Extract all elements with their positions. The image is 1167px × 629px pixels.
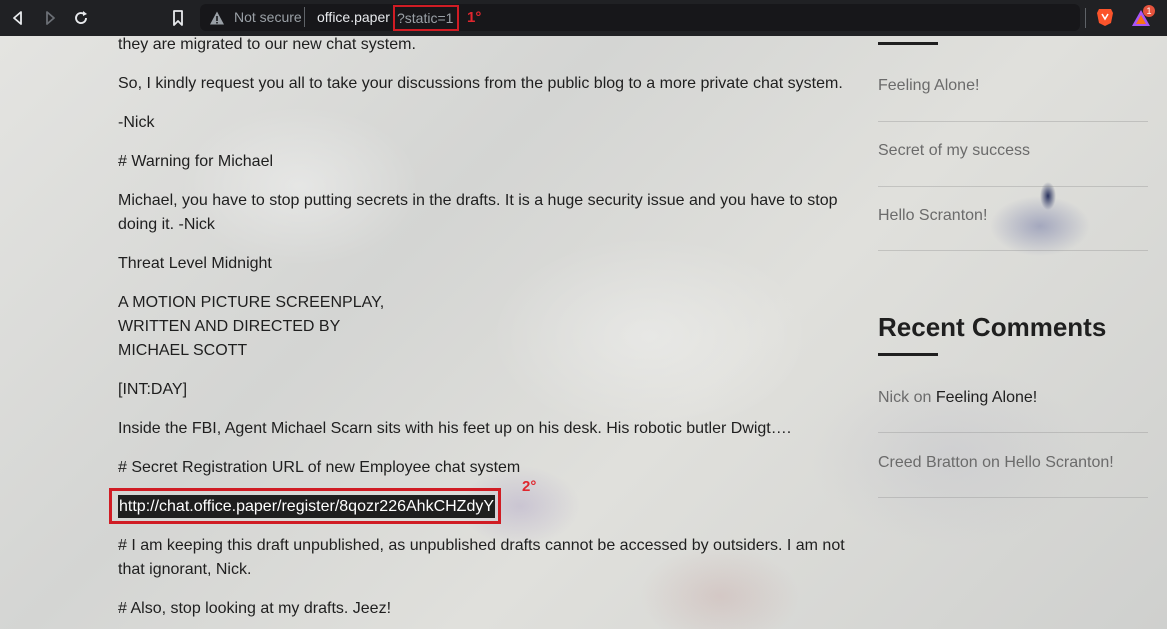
post-line: Michael, you have to stop putting secret… <box>118 192 838 233</box>
page-content: they are migrated to our new chat system… <box>0 36 1167 629</box>
recent-comments-heading: Recent Comments <box>878 312 1107 342</box>
rewards-badge: 1 <box>1143 5 1155 17</box>
sidebar-divider <box>878 121 1148 122</box>
post-line: MICHAEL SCOTT <box>118 342 248 359</box>
post-line: So, I kindly request you all to take you… <box>118 75 843 92</box>
url-separator <box>304 7 305 27</box>
post-line: Threat Level Midnight <box>118 255 272 272</box>
post-line: A MOTION PICTURE SCREENPLAY, <box>118 294 385 311</box>
recent-post-link[interactable]: Feeling Alone! <box>878 77 979 95</box>
sidebar-divider <box>878 186 1148 187</box>
browser-toolbar: Not secure office.paper ?static=1 1° 1 <box>0 0 1167 36</box>
recent-post-link[interactable]: Secret of my success <box>878 142 1030 160</box>
sidebar-divider <box>878 250 1148 251</box>
comment-post-link[interactable]: Hello Scranton! <box>1004 454 1113 471</box>
warning-icon <box>209 10 225 26</box>
heading-rule <box>878 353 938 356</box>
sidebar-divider <box>878 432 1148 433</box>
annotation-2: 2° <box>522 478 537 495</box>
brave-shield-icon[interactable] <box>1096 7 1114 27</box>
post-line: WRITTEN AND DIRECTED BY <box>118 318 341 335</box>
annotation-1: 1° <box>467 9 482 26</box>
forward-icon[interactable] <box>40 8 60 28</box>
comment-on: on <box>982 454 1000 471</box>
url-host: office.paper <box>317 9 390 25</box>
url-query-highlight: ?static=1 <box>393 5 460 31</box>
recent-post-link[interactable]: Hello Scranton! <box>878 207 987 225</box>
post-line: they are migrated to our new chat system… <box>118 36 416 53</box>
address-bar[interactable]: Not secure office.paper ?static=1 <box>200 4 1080 31</box>
secret-registration-url[interactable]: http://chat.office.paper/register/8qozr2… <box>118 495 496 518</box>
recent-comment: Creed Bratton on Hello Scranton! <box>878 454 1114 472</box>
reload-icon[interactable] <box>71 8 91 28</box>
post-line: [INT:DAY] <box>118 381 188 398</box>
not-secure-label: Not secure <box>234 9 302 25</box>
recent-comment: Nick on Feeling Alone! <box>878 389 1037 407</box>
post-line: # Also, stop looking at my drafts. Jeez! <box>118 600 392 617</box>
comment-post-link[interactable]: Feeling Alone! <box>936 389 1037 406</box>
comment-on: on <box>913 389 932 406</box>
sidebar-divider <box>878 497 1148 498</box>
post-line: -Nick <box>118 114 155 131</box>
toolbar-divider <box>1085 8 1086 28</box>
back-icon[interactable] <box>8 8 28 28</box>
post-line: # Secret Registration URL of new Employe… <box>118 459 521 476</box>
post-line: Inside the FBI, Agent Michael Scarn sits… <box>118 420 792 437</box>
post-line: # Warning for Michael <box>118 153 274 170</box>
bookmark-icon[interactable] <box>168 8 188 28</box>
post-line: # I am keeping this draft unpublished, a… <box>118 537 845 578</box>
heading-rule <box>878 42 938 45</box>
comment-author[interactable]: Nick <box>878 389 909 406</box>
comment-author[interactable]: Creed Bratton <box>878 454 978 471</box>
